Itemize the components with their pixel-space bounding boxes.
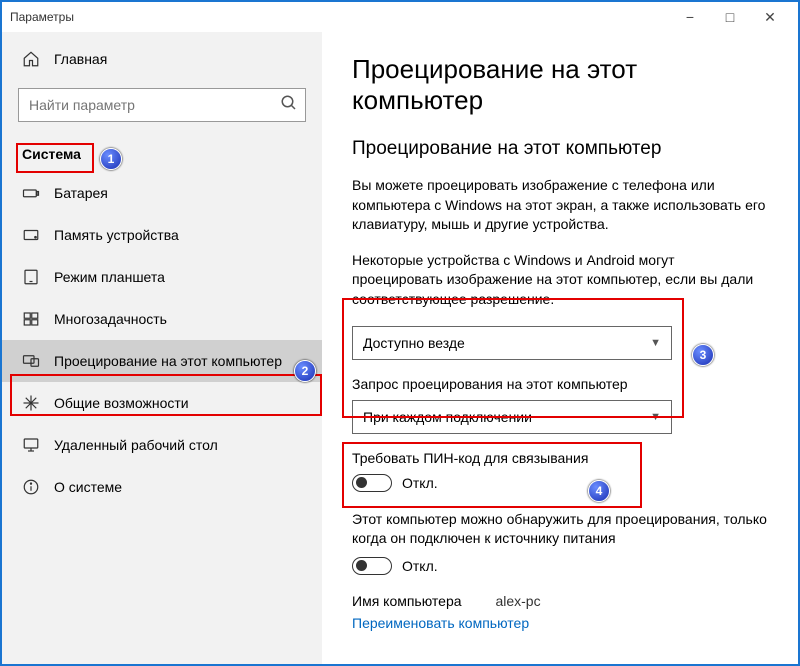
chevron-down-icon: ▼ [650, 337, 661, 349]
titlebar: Параметры − □ ✕ [2, 2, 798, 32]
sidebar-item-about[interactable]: О системе [2, 466, 322, 508]
sidebar-item-shared[interactable]: Общие возможности [2, 382, 322, 424]
storage-icon [22, 226, 40, 244]
ask-dropdown[interactable]: При каждом подключении ▼ [352, 400, 672, 434]
search-input[interactable] [18, 88, 306, 122]
sidebar-item-label: О системе [54, 479, 122, 495]
sidebar-item-label: Общие возможности [54, 395, 189, 411]
ask-label: Запрос проецирования на этот компьютер [352, 376, 768, 392]
sidebar-item-tablet[interactable]: Режим планшета [2, 256, 322, 298]
sidebar-item-multitask[interactable]: Многозадачность [2, 298, 322, 340]
chevron-down-icon: ▼ [650, 411, 661, 423]
search-icon [280, 94, 298, 112]
pin-label: Требовать ПИН-код для связывания [352, 450, 768, 466]
computer-name-row: Имя компьютера alex-pc [352, 593, 768, 609]
computer-name-label: Имя компьютера [352, 593, 462, 609]
home-link[interactable]: Главная [2, 40, 322, 78]
sidebar: Главная Система Батарея Память устройств… [2, 32, 322, 664]
section-heading: Проецирование на этот компьютер [352, 138, 768, 160]
battery-icon [22, 184, 40, 202]
dropdown-value: Доступно везде [363, 335, 465, 351]
sidebar-item-label: Память устройства [54, 227, 179, 243]
close-button[interactable]: ✕ [750, 9, 790, 26]
pin-toggle[interactable] [352, 474, 392, 492]
availability-dropdown[interactable]: Доступно везде ▼ [352, 326, 672, 360]
minimize-button[interactable]: − [670, 9, 710, 25]
power-label: Этот компьютер можно обнаружить для прое… [352, 510, 768, 549]
window-title: Параметры [10, 10, 74, 24]
projecting-icon [22, 352, 40, 370]
home-icon [22, 50, 40, 68]
power-toggle-state: Откл. [402, 558, 438, 574]
sidebar-item-label: Удаленный рабочий стол [54, 437, 218, 453]
power-toggle[interactable] [352, 557, 392, 575]
computer-name-value: alex-pc [495, 593, 540, 609]
remote-icon [22, 436, 40, 454]
description-1: Вы можете проецировать изображение с тел… [352, 176, 768, 235]
maximize-button[interactable]: □ [710, 9, 750, 25]
sidebar-item-remote[interactable]: Удаленный рабочий стол [2, 424, 322, 466]
dropdown-value: При каждом подключении [363, 409, 532, 425]
home-label: Главная [54, 51, 107, 67]
sidebar-item-projecting[interactable]: Проецирование на этот компьютер [2, 340, 322, 382]
sidebar-item-label: Проецирование на этот компьютер [54, 353, 282, 369]
section-title: Система [2, 140, 322, 172]
description-2: Некоторые устройства с Windows и Android… [352, 251, 768, 310]
sidebar-item-label: Батарея [54, 185, 108, 201]
sidebar-item-label: Режим планшета [54, 269, 165, 285]
rename-link[interactable]: Переименовать компьютер [352, 615, 529, 631]
multitask-icon [22, 310, 40, 328]
search-box[interactable] [18, 88, 306, 122]
sidebar-item-storage[interactable]: Память устройства [2, 214, 322, 256]
info-icon [22, 478, 40, 496]
shared-icon [22, 394, 40, 412]
sidebar-item-battery[interactable]: Батарея [2, 172, 322, 214]
main-content: Проецирование на этот компьютер Проециро… [322, 32, 798, 664]
sidebar-item-label: Многозадачность [54, 311, 167, 327]
page-title: Проецирование на этот компьютер [352, 54, 768, 116]
tablet-icon [22, 268, 40, 286]
settings-window: Параметры − □ ✕ Главная Система Батарея [0, 0, 800, 666]
pin-toggle-state: Откл. [402, 475, 438, 491]
